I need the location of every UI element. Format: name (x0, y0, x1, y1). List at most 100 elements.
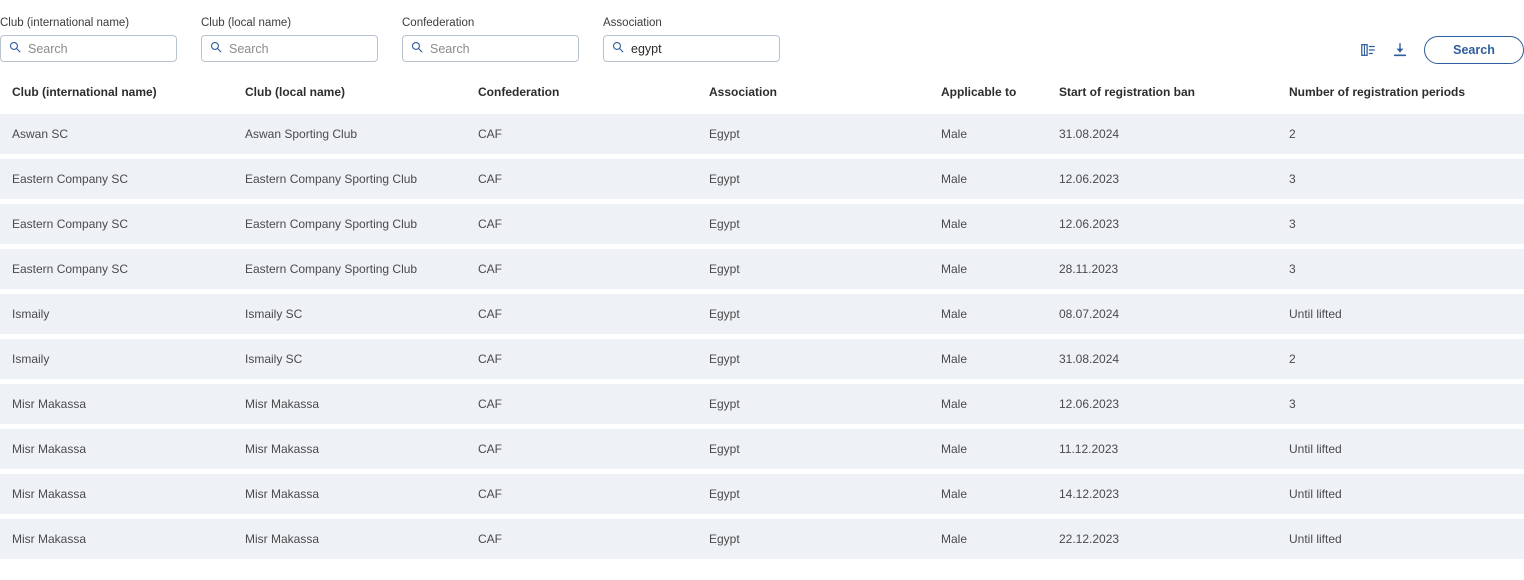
cell-confederation: CAF (478, 262, 502, 276)
cell-start-of-registration-ban: 12.06.2023 (1059, 172, 1120, 186)
column-header-club-international[interactable]: Club (international name) (12, 84, 157, 100)
cell-club-international: Eastern Company SC (12, 172, 129, 186)
cell-association: Egypt (709, 397, 740, 411)
cell-start-of-registration-ban: 28.11.2023 (1059, 262, 1119, 276)
search-input-association-value: egypt (631, 41, 662, 56)
table-body: Aswan SC Aswan Sporting Club CAF Egypt Male 3… (0, 114, 1524, 559)
cell-start-of-registration-ban: 08.07.2024 (1059, 307, 1120, 321)
cell-start-of-registration-ban: 31.08.2024 (1059, 352, 1120, 366)
filter-label-confederation: Confederation (402, 17, 475, 29)
column-header-start-of-registration-ban[interactable]: Start of registration ban (1059, 84, 1195, 100)
download-icon[interactable] (1388, 38, 1412, 62)
cell-club-local: Misr Makassa (245, 487, 320, 501)
filter-field-club-international: Club (international name) Search (0, 16, 177, 62)
search-icon (210, 40, 222, 58)
table-row[interactable]: Eastern Company SC Eastern Company Sporti… (0, 159, 1524, 199)
table-row[interactable]: Misr Makassa Misr Makassa CAF Egypt Male 11.1… (0, 429, 1524, 469)
cell-club-local: Eastern Company Sporting Club (245, 262, 418, 276)
cell-club-international: Eastern Company SC (12, 217, 129, 231)
table-row[interactable]: Ismaily Ismaily SC CAF Egypt Male 31.08.2024 2 (0, 339, 1524, 379)
cell-club-international: Ismaily (12, 352, 50, 366)
table-columns-settings-icon[interactable] (1356, 38, 1380, 62)
column-header-association[interactable]: Association (709, 84, 777, 100)
table-row[interactable]: Misr Makassa Misr Makassa CAF Egypt Male 14.1… (0, 474, 1524, 514)
cell-number-of-registration-periods: Until lifted (1289, 487, 1342, 501)
cell-number-of-registration-periods: 3 (1289, 397, 1296, 411)
cell-applicable-to: Male (941, 127, 968, 141)
cell-applicable-to: Male (941, 487, 968, 501)
column-header-applicable-to[interactable]: Applicable to (941, 84, 1016, 100)
cell-club-local: Misr Makassa (245, 397, 320, 411)
cell-number-of-registration-periods: 3 (1289, 217, 1296, 231)
search-input-club-local-placeholder: Search (229, 41, 269, 56)
cell-club-international: Aswan SC (12, 127, 69, 141)
cell-start-of-registration-ban: 22.12.2023 (1059, 532, 1120, 546)
cell-confederation: CAF (478, 217, 502, 231)
cell-applicable-to: Male (941, 217, 968, 231)
results-table: Club (international name) Club (local na… (0, 84, 1524, 559)
filter-label-club-international: Club (international name) (0, 17, 130, 29)
search-input-confederation[interactable]: Search (402, 35, 579, 62)
search-icon (411, 40, 423, 58)
table-header-row: Club (international name) Club (local na… (0, 84, 1524, 114)
filter-bar: Club (international name) Search Club (l… (0, 0, 1524, 84)
cell-association: Egypt (709, 442, 740, 456)
cell-number-of-registration-periods: 3 (1289, 262, 1296, 276)
cell-club-local: Misr Makassa (245, 442, 320, 456)
cell-number-of-registration-periods: Until lifted (1289, 442, 1342, 456)
cell-start-of-registration-ban: 11.12.2023 (1059, 442, 1119, 456)
cell-club-international: Misr Makassa (12, 397, 87, 411)
cell-start-of-registration-ban: 12.06.2023 (1059, 397, 1120, 411)
cell-start-of-registration-ban: 31.08.2024 (1059, 127, 1120, 141)
table-row[interactable]: Ismaily Ismaily SC CAF Egypt Male 08.07.2024 U… (0, 294, 1524, 334)
cell-number-of-registration-periods: 2 (1289, 352, 1296, 366)
cell-number-of-registration-periods: 2 (1289, 127, 1296, 141)
table-row[interactable]: Misr Makassa Misr Makassa CAF Egypt Male 22.1… (0, 519, 1524, 559)
cell-club-local: Ismaily SC (245, 307, 303, 321)
cell-confederation: CAF (478, 352, 502, 366)
table-row[interactable]: Misr Makassa Misr Makassa CAF Egypt Male 12.0… (0, 384, 1524, 424)
search-input-club-local[interactable]: Search (201, 35, 378, 62)
search-button[interactable]: Search (1424, 36, 1524, 64)
cell-association: Egypt (709, 352, 740, 366)
cell-association: Egypt (709, 307, 740, 321)
cell-club-international: Misr Makassa (12, 532, 87, 546)
cell-applicable-to: Male (941, 532, 968, 546)
filter-field-club-local: Club (local name) Search (201, 16, 378, 62)
table-row[interactable]: Eastern Company SC Eastern Company Sporti… (0, 249, 1524, 289)
column-header-number-of-registration-periods[interactable]: Number of registration periods (1289, 84, 1465, 100)
cell-applicable-to: Male (941, 397, 968, 411)
cell-club-international: Ismaily (12, 307, 50, 321)
filter-field-association: Association egypt (603, 16, 780, 62)
cell-club-local: Aswan Sporting Club (245, 127, 358, 141)
cell-confederation: CAF (478, 172, 502, 186)
column-header-club-local[interactable]: Club (local name) (245, 84, 345, 100)
cell-confederation: CAF (478, 532, 502, 546)
filter-fields-group: Club (international name) Search Club (l… (0, 16, 792, 62)
column-header-confederation[interactable]: Confederation (478, 84, 559, 100)
cell-number-of-registration-periods: 3 (1289, 172, 1296, 186)
cell-number-of-registration-periods: Until lifted (1289, 307, 1342, 321)
search-icon (612, 40, 624, 58)
cell-association: Egypt (709, 532, 740, 546)
cell-confederation: CAF (478, 442, 502, 456)
cell-club-international: Misr Makassa (12, 487, 87, 501)
cell-club-local: Ismaily SC (245, 352, 303, 366)
cell-number-of-registration-periods: Until lifted (1289, 532, 1342, 546)
cell-applicable-to: Male (941, 352, 968, 366)
cell-start-of-registration-ban: 12.06.2023 (1059, 217, 1120, 231)
cell-association: Egypt (709, 127, 740, 141)
cell-applicable-to: Male (941, 307, 968, 321)
cell-confederation: CAF (478, 397, 502, 411)
cell-association: Egypt (709, 487, 740, 501)
cell-applicable-to: Male (941, 172, 968, 186)
cell-association: Egypt (709, 217, 740, 231)
table-row[interactable]: Eastern Company SC Eastern Company Sporti… (0, 204, 1524, 244)
cell-start-of-registration-ban: 14.12.2023 (1059, 487, 1120, 501)
search-icon (9, 40, 21, 58)
search-input-association[interactable]: egypt (603, 35, 780, 62)
filter-label-association: Association (603, 17, 662, 29)
table-row[interactable]: Aswan SC Aswan Sporting Club CAF Egypt Male 3… (0, 114, 1524, 154)
cell-confederation: CAF (478, 307, 502, 321)
search-input-club-international[interactable]: Search (0, 35, 177, 62)
